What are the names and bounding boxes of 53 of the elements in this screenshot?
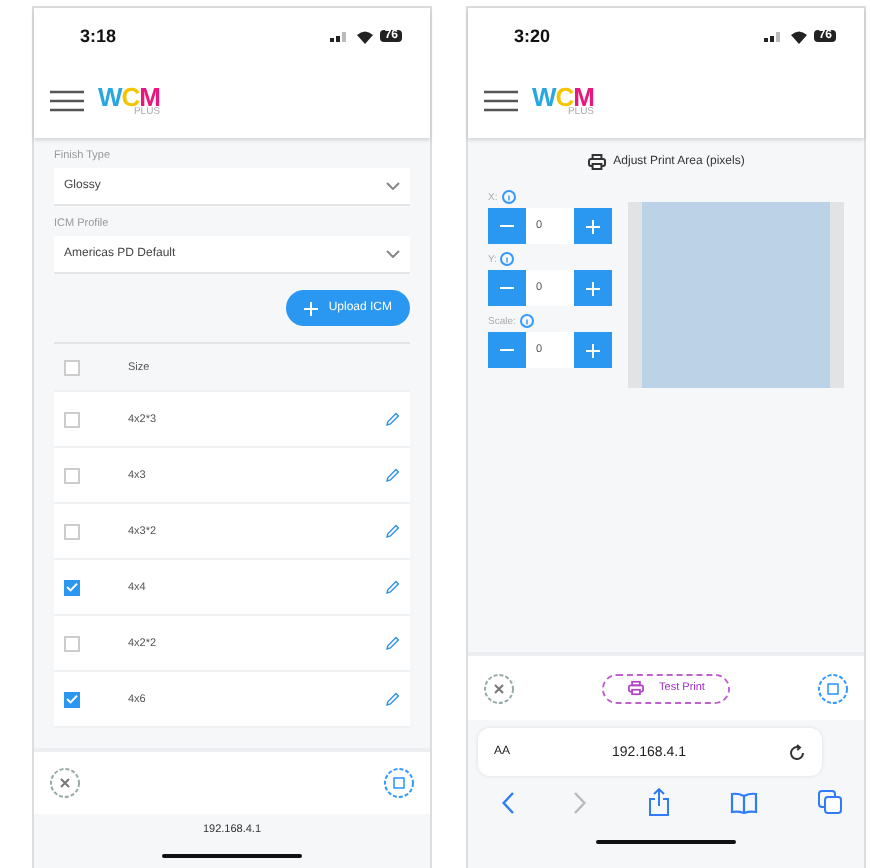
info-icon[interactable] (500, 252, 515, 266)
menu-icon[interactable] (484, 90, 518, 112)
pencil-icon[interactable] (386, 692, 400, 706)
minus-button[interactable] (488, 270, 526, 306)
checkbox[interactable] (64, 411, 80, 427)
pencil-icon[interactable] (386, 524, 400, 538)
pencil-icon[interactable] (386, 636, 400, 650)
home-indicator (162, 854, 302, 859)
pencil-icon[interactable] (386, 412, 400, 426)
info-icon[interactable] (519, 314, 534, 328)
plus-button[interactable] (574, 270, 612, 306)
signal-icon (330, 30, 351, 42)
plus-icon (586, 219, 600, 233)
plus-button[interactable] (574, 208, 612, 244)
plus-icon (586, 343, 600, 357)
plus-button[interactable] (574, 332, 612, 368)
printer-icon (587, 154, 606, 170)
pencil-icon[interactable] (386, 580, 400, 594)
minus-icon (500, 286, 514, 290)
menu-icon[interactable] (50, 90, 84, 112)
save-icon[interactable] (384, 768, 414, 799)
close-icon[interactable] (50, 768, 80, 799)
wifi-icon (356, 29, 375, 43)
minus-button[interactable] (488, 332, 526, 368)
checkbox[interactable] (64, 467, 80, 483)
forward-icon[interactable] (574, 791, 587, 813)
pencil-icon[interactable] (386, 468, 400, 482)
signal-icon (764, 30, 785, 42)
plus-icon (586, 281, 600, 295)
share-icon[interactable] (647, 788, 669, 816)
checkbox[interactable] (64, 635, 80, 651)
checkbox[interactable] (64, 691, 80, 707)
chevron-down-icon (386, 250, 400, 258)
tabs-icon[interactable] (818, 790, 842, 814)
back-icon[interactable] (502, 791, 514, 813)
save-icon[interactable] (818, 673, 848, 703)
bookmarks-icon[interactable] (729, 791, 758, 813)
close-icon[interactable] (484, 673, 514, 703)
chevron-down-icon (386, 182, 400, 190)
checkbox[interactable] (64, 359, 80, 375)
reload-icon[interactable] (788, 743, 806, 761)
plus-icon (304, 301, 319, 315)
printer-icon (627, 680, 644, 696)
checkbox[interactable] (64, 579, 80, 595)
info-icon[interactable] (501, 190, 516, 204)
status-time: 3:18 (80, 26, 117, 46)
checkbox[interactable] (64, 523, 80, 539)
home-indicator (596, 840, 736, 844)
minus-icon (500, 224, 514, 228)
status-time: 3:20 (514, 26, 551, 46)
wifi-icon (790, 29, 809, 43)
minus-button[interactable] (488, 208, 526, 244)
minus-icon (500, 348, 514, 352)
